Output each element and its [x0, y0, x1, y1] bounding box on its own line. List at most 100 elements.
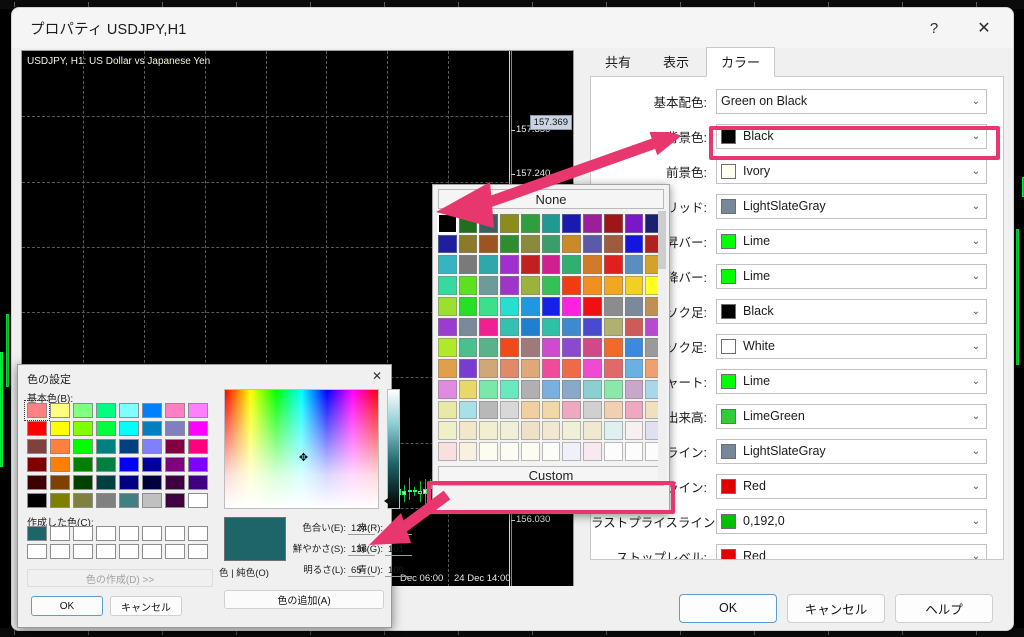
basic-color-cell[interactable] — [50, 475, 70, 490]
palette-color-cell[interactable] — [562, 442, 581, 461]
palette-color-cell[interactable] — [479, 214, 498, 233]
chevron-down-icon[interactable]: ⌄ — [968, 551, 984, 561]
palette-color-cell[interactable] — [625, 255, 644, 274]
palette-color-cell[interactable] — [562, 214, 581, 233]
color-dropdown[interactable]: LightSlateGray⌄ — [716, 194, 987, 219]
basic-color-cell[interactable] — [119, 421, 139, 436]
palette-color-cell[interactable] — [521, 442, 540, 461]
palette-color-cell[interactable] — [604, 380, 623, 399]
palette-color-cell[interactable] — [562, 380, 581, 399]
palette-color-cell[interactable] — [438, 401, 457, 420]
basic-color-cell[interactable] — [50, 457, 70, 472]
hue-saturation-field[interactable]: ✥ — [224, 389, 379, 509]
basic-color-cell[interactable] — [50, 403, 70, 418]
palette-color-cell[interactable] — [604, 442, 623, 461]
palette-color-cell[interactable] — [438, 276, 457, 295]
palette-scrollbar-thumb[interactable] — [658, 211, 666, 269]
basic-color-cell[interactable] — [73, 421, 93, 436]
basic-color-cell[interactable] — [165, 457, 185, 472]
basic-color-cell[interactable] — [119, 457, 139, 472]
palette-color-cell[interactable] — [479, 442, 498, 461]
basic-color-cell[interactable] — [50, 439, 70, 454]
palette-color-grid[interactable] — [436, 210, 666, 465]
palette-color-cell[interactable] — [479, 318, 498, 337]
palette-color-cell[interactable] — [500, 255, 519, 274]
palette-color-cell[interactable] — [459, 318, 478, 337]
palette-color-cell[interactable] — [604, 255, 623, 274]
palette-color-cell[interactable] — [459, 442, 478, 461]
ok-button[interactable]: OK — [679, 594, 777, 623]
basic-color-cell[interactable] — [27, 475, 47, 490]
basic-color-cell[interactable] — [165, 493, 185, 508]
palette-color-cell[interactable] — [542, 401, 561, 420]
palette-color-cell[interactable] — [542, 442, 561, 461]
basic-color-cell[interactable] — [73, 403, 93, 418]
palette-color-cell[interactable] — [625, 297, 644, 316]
palette-color-cell[interactable] — [500, 442, 519, 461]
palette-color-cell[interactable] — [562, 297, 581, 316]
palette-color-cell[interactable] — [542, 235, 561, 254]
color-numeric-input[interactable]: 101 — [385, 544, 412, 556]
basic-colors-grid[interactable] — [27, 403, 208, 508]
basic-color-cell[interactable] — [165, 439, 185, 454]
tab-shared[interactable]: 共有 — [590, 47, 646, 76]
palette-color-cell[interactable] — [521, 359, 540, 378]
color-dropdown[interactable]: Lime⌄ — [716, 369, 987, 394]
palette-color-cell[interactable] — [521, 380, 540, 399]
palette-scrollbar[interactable] — [658, 211, 666, 485]
custom-color-cell[interactable] — [165, 526, 185, 541]
custom-color-cell[interactable] — [27, 526, 47, 541]
basic-color-cell[interactable] — [27, 493, 47, 508]
palette-color-cell[interactable] — [500, 276, 519, 295]
basic-color-cell[interactable] — [119, 475, 139, 490]
tab-display[interactable]: 表示 — [648, 47, 704, 76]
palette-color-cell[interactable] — [562, 276, 581, 295]
custom-color-cell[interactable] — [96, 526, 116, 541]
palette-color-cell[interactable] — [625, 401, 644, 420]
color-dropdown[interactable]: Red⌄ — [716, 474, 987, 499]
palette-color-cell[interactable] — [500, 318, 519, 337]
color-numeric-input[interactable]: 30 — [385, 523, 412, 535]
palette-color-cell[interactable] — [479, 338, 498, 357]
basic-color-cell[interactable] — [27, 403, 47, 418]
custom-color-cell[interactable] — [50, 544, 70, 559]
basic-color-cell[interactable] — [165, 475, 185, 490]
color-dropdown[interactable]: Lime⌄ — [716, 264, 987, 289]
palette-color-cell[interactable] — [459, 359, 478, 378]
close-icon[interactable]: ✕ — [961, 8, 1007, 48]
basic-color-cell[interactable] — [142, 457, 162, 472]
basic-color-cell[interactable] — [96, 493, 116, 508]
custom-color-cell[interactable] — [142, 526, 162, 541]
color-dropdown[interactable]: White⌄ — [716, 334, 987, 359]
palette-color-cell[interactable] — [459, 421, 478, 440]
color-dropdown[interactable]: Lime⌄ — [716, 229, 987, 254]
palette-color-cell[interactable] — [604, 359, 623, 378]
palette-color-cell[interactable] — [542, 380, 561, 399]
custom-color-cell[interactable] — [73, 544, 93, 559]
palette-color-cell[interactable] — [562, 318, 581, 337]
luminance-strip[interactable] — [387, 389, 400, 509]
palette-color-cell[interactable] — [562, 235, 581, 254]
palette-color-cell[interactable] — [479, 359, 498, 378]
basic-color-cell[interactable] — [142, 403, 162, 418]
palette-color-cell[interactable] — [542, 359, 561, 378]
palette-color-cell[interactable] — [583, 297, 602, 316]
palette-color-cell[interactable] — [521, 214, 540, 233]
palette-color-cell[interactable] — [583, 442, 602, 461]
basic-color-cell[interactable] — [27, 457, 47, 472]
custom-color-cell[interactable] — [119, 544, 139, 559]
color-dropdown[interactable]: LimeGreen⌄ — [716, 404, 987, 429]
palette-color-cell[interactable] — [583, 338, 602, 357]
palette-color-cell[interactable] — [521, 276, 540, 295]
palette-color-cell[interactable] — [542, 276, 561, 295]
palette-color-cell[interactable] — [604, 235, 623, 254]
basic-color-cell[interactable] — [96, 421, 116, 436]
palette-color-cell[interactable] — [459, 401, 478, 420]
color-dropdown[interactable]: LightSlateGray⌄ — [716, 439, 987, 464]
palette-color-cell[interactable] — [625, 421, 644, 440]
palette-color-cell[interactable] — [500, 235, 519, 254]
basic-color-cell[interactable] — [119, 403, 139, 418]
palette-color-cell[interactable] — [604, 401, 623, 420]
palette-color-cell[interactable] — [583, 318, 602, 337]
palette-color-cell[interactable] — [625, 359, 644, 378]
